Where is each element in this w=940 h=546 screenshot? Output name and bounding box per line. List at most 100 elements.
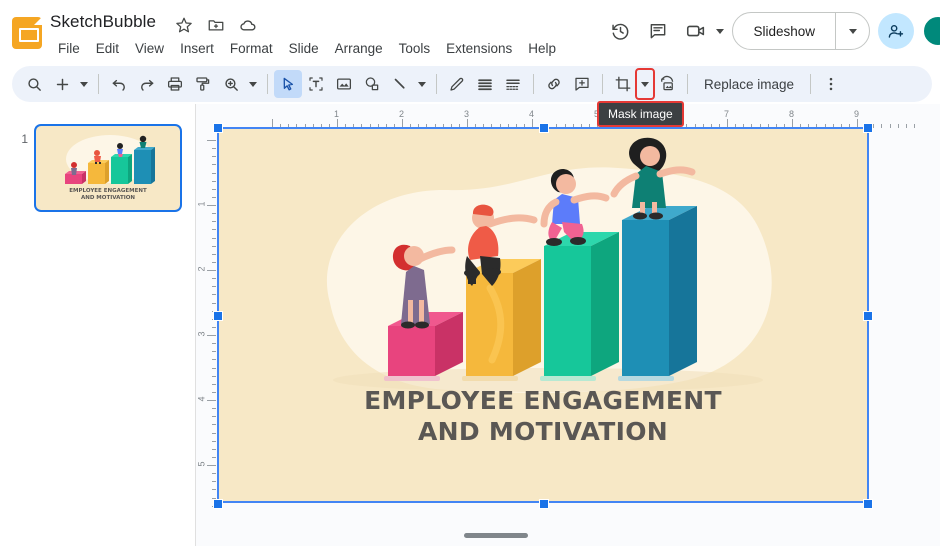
select-tool-icon[interactable] [274, 70, 302, 98]
mask-image-caret-icon[interactable] [635, 68, 655, 100]
slide-title-text[interactable]: EMPLOYEE ENGAGEMENT AND MOTIVATION [218, 386, 868, 447]
share-button[interactable] [878, 13, 914, 49]
print-icon[interactable] [161, 70, 189, 98]
slide-editor-canvas-area[interactable]: 123456789 12345 [196, 104, 940, 546]
paint-format-icon[interactable] [189, 70, 217, 98]
ruler-tick [212, 156, 216, 158]
ruler-tick [212, 359, 216, 361]
video-camera-icon[interactable] [677, 12, 715, 50]
zoom-icon[interactable] [217, 70, 245, 98]
selection-handle-top-center[interactable] [539, 123, 549, 133]
toolbar-separator [810, 74, 812, 94]
selection-handle-bottom-left[interactable] [213, 499, 223, 509]
line-spacing-icon[interactable] [471, 70, 499, 98]
ruler-tick [207, 205, 216, 206]
menu-file[interactable]: File [50, 38, 88, 59]
move-to-folder-icon[interactable] [207, 16, 225, 34]
cloud-saved-icon[interactable] [239, 16, 257, 34]
new-slide-caret-icon[interactable] [76, 70, 92, 98]
pen-icon[interactable] [443, 70, 471, 98]
star-icon[interactable] [175, 16, 193, 34]
horizontal-scrollbar[interactable] [464, 533, 528, 538]
menu-insert[interactable]: Insert [172, 38, 222, 59]
line-caret-icon[interactable] [414, 70, 430, 98]
transition-icon[interactable] [499, 70, 527, 98]
vertical-ruler[interactable]: 1 2 3 4 5 [196, 128, 216, 526]
menu-edit[interactable]: Edit [88, 38, 127, 59]
ruler-tick [212, 456, 216, 458]
ruler-tick [212, 221, 216, 223]
slide-thumbnail[interactable]: EMPLOYEE ENGAGEMENT AND MOTIVATION [34, 124, 182, 212]
menu-slide[interactable]: Slide [281, 38, 327, 59]
menu-extensions[interactable]: Extensions [438, 38, 520, 59]
selection-handle-bottom-right[interactable] [863, 499, 873, 509]
main-toolbar: Replace image [12, 66, 932, 102]
filmstrip-slide-1[interactable]: 1 EMPLOYEE ENGAGEMENT AND MOTIVATION [0, 124, 196, 212]
menu-view[interactable]: View [127, 38, 172, 59]
replace-image-button[interactable]: Replace image [694, 77, 804, 92]
insert-link-icon[interactable] [540, 70, 568, 98]
ruler-tick [212, 278, 216, 280]
selection-handle-middle-right[interactable] [863, 311, 873, 321]
ruler-tick [905, 124, 907, 128]
ruler-tick [212, 286, 216, 288]
slides-logo-icon [12, 17, 42, 49]
menu-tools[interactable]: Tools [391, 38, 439, 59]
crop-image-icon[interactable] [609, 70, 637, 98]
ruler-tick [212, 440, 216, 442]
insert-image-icon[interactable] [330, 70, 358, 98]
ruler-label: 3 [196, 331, 207, 337]
more-options-icon[interactable] [817, 70, 845, 98]
horizontal-ruler[interactable]: 123456789 [214, 109, 940, 128]
line-icon[interactable] [386, 70, 414, 98]
chevron-down-icon[interactable] [716, 28, 725, 34]
ruler-label: 2 [399, 109, 405, 119]
selection-handle-bottom-center[interactable] [539, 499, 549, 509]
ruler-label: 3 [464, 109, 470, 119]
mask-image-tooltip: Mask image [597, 101, 684, 127]
ruler-tick [881, 124, 883, 128]
thumbnail-illustration: EMPLOYEE ENGAGEMENT AND MOTIVATION [36, 126, 180, 210]
selection-handle-top-left[interactable] [213, 123, 223, 133]
ruler-tick [212, 424, 216, 426]
text-box-icon[interactable] [302, 70, 330, 98]
comment-history-icon[interactable] [639, 12, 677, 50]
shape-icon[interactable] [358, 70, 386, 98]
zoom-caret-icon[interactable] [245, 70, 261, 98]
slide-filmstrip-panel: 1 EMPLOYEE ENGAGEMENT AND MOTIVATION [0, 104, 196, 546]
ruler-tick [207, 335, 216, 336]
new-slide-icon[interactable] [48, 70, 76, 98]
add-comment-icon[interactable] [568, 70, 596, 98]
ruler-tick [889, 124, 891, 128]
menu-arrange[interactable]: Arrange [327, 38, 391, 59]
slideshow-caret-icon[interactable] [835, 13, 869, 49]
version-history-icon[interactable] [601, 12, 639, 50]
slide-number: 1 [21, 132, 28, 146]
ruler-label: 1 [196, 201, 207, 207]
menu-format[interactable]: Format [222, 38, 281, 59]
menu-help[interactable]: Help [520, 38, 564, 59]
document-title[interactable]: SketchBubble [50, 12, 156, 32]
present-control[interactable] [677, 12, 728, 50]
employee-engagement-bars-illustration[interactable]: EMPLOYEE ENGAGEMENT AND MOTIVATION [218, 128, 868, 502]
selection-handle-middle-left[interactable] [213, 311, 223, 321]
redo-icon[interactable] [133, 70, 161, 98]
ruler-tick [212, 253, 216, 255]
ruler-tick [913, 124, 915, 128]
ruler-label: 9 [854, 109, 860, 119]
search-icon[interactable] [20, 70, 48, 98]
selection-handle-top-right[interactable] [863, 123, 873, 133]
reset-image-icon[interactable] [653, 70, 681, 98]
ruler-label: 2 [196, 266, 207, 272]
toolbar-separator [602, 74, 603, 94]
slide-surface[interactable]: EMPLOYEE ENGAGEMENT AND MOTIVATION [213, 123, 873, 509]
ruler-tick [207, 465, 216, 466]
ruler-tick [212, 213, 216, 215]
ruler-tick [212, 408, 216, 410]
undo-icon[interactable] [105, 70, 133, 98]
user-avatar[interactable] [922, 15, 940, 47]
toolbar-separator [98, 74, 99, 94]
app-header: SketchBubble File Edit View Insert Forma… [0, 0, 940, 64]
title-action-icons [175, 16, 257, 34]
slideshow-button[interactable]: Slideshow [733, 13, 835, 49]
